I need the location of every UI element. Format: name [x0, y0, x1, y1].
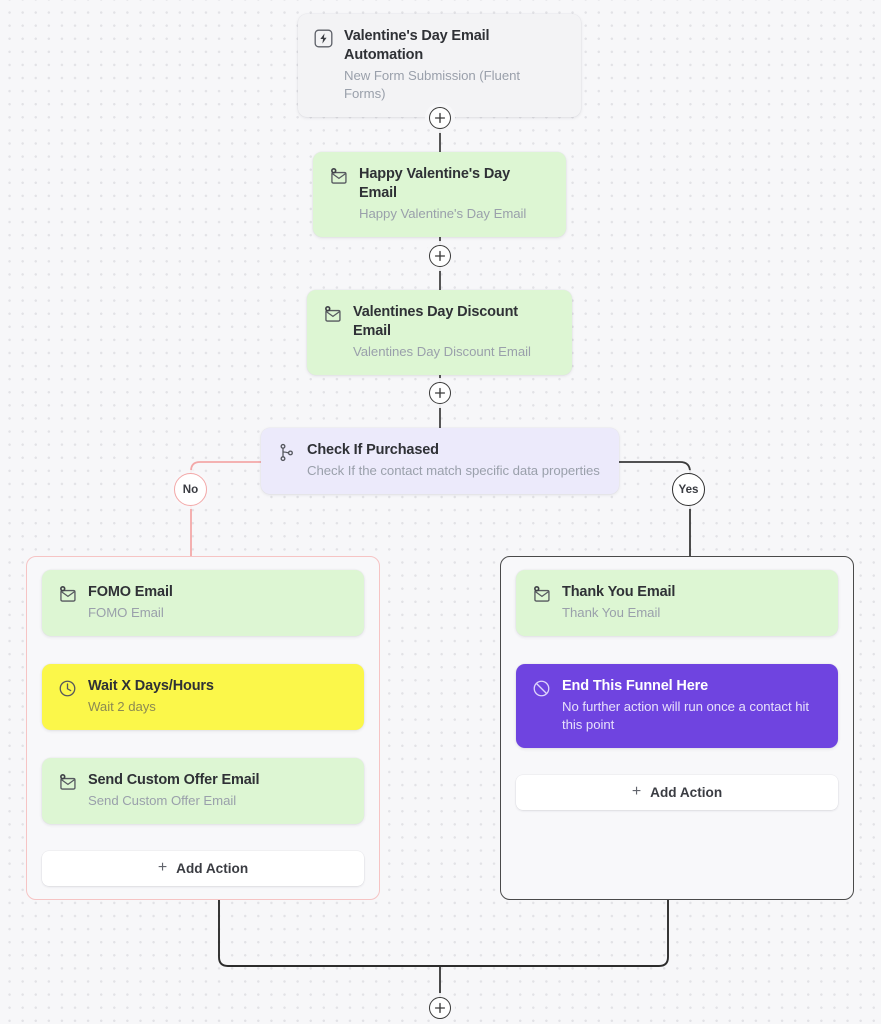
node-subtitle: Wait 2 days	[88, 699, 156, 714]
send-email-icon	[534, 586, 550, 602]
send-email-icon	[331, 168, 347, 184]
node-row: Thank You Email Thank You Email	[531, 583, 822, 622]
node-subtitle: New Form Submission (Fluent Forms)	[344, 68, 520, 101]
branch-icon	[280, 443, 293, 462]
plus-icon	[434, 112, 446, 124]
send-email-icon	[60, 586, 76, 602]
node-subtitle: Check If the contact match specific data…	[307, 463, 600, 478]
node-row: FOMO Email FOMO Email	[57, 583, 348, 622]
add-action-button-no-branch[interactable]: + Add Action	[42, 851, 364, 886]
add-step-plus-button-1[interactable]	[429, 107, 451, 129]
automation-flow-canvas[interactable]: Valentine's Day Email Automation New For…	[0, 0, 881, 1024]
node-subtitle: No further action will run once a contac…	[562, 699, 809, 732]
node-row: Valentine's Day Email Automation New For…	[313, 27, 565, 103]
add-action-label: Add Action	[176, 861, 249, 876]
node-row: Happy Valentine's Day Email Happy Valent…	[328, 165, 550, 223]
node-row: Check If Purchased Check If the contact …	[276, 441, 603, 480]
node-title: Check If Purchased	[307, 442, 439, 458]
node-title: FOMO Email	[88, 584, 173, 600]
plus-icon	[434, 250, 446, 262]
add-action-button-yes-branch[interactable]: + Add Action	[516, 775, 838, 810]
lightning-bolt-icon	[314, 29, 333, 48]
node-subtitle: Valentines Day Discount Email	[353, 344, 531, 359]
node-row: End This Funnel Here No further action w…	[531, 677, 822, 734]
node-texts: Wait X Days/Hours Wait 2 days	[88, 677, 348, 716]
step-node-valentines-discount-email[interactable]: Valentines Day Discount Email Valentines…	[307, 290, 572, 375]
node-row: Valentines Day Discount Email Valentines…	[322, 303, 556, 361]
node-title: End This Funnel Here	[562, 678, 709, 694]
node-title: Thank You Email	[562, 584, 676, 600]
plus-icon	[434, 1002, 446, 1014]
node-title: Happy Valentine's Day Email	[359, 166, 510, 201]
ban-icon	[533, 680, 550, 697]
node-texts: Check If Purchased Check If the contact …	[307, 441, 603, 480]
step-node-thank-you-email[interactable]: Thank You Email Thank You Email	[516, 570, 838, 636]
step-node-happy-valentines-email[interactable]: Happy Valentine's Day Email Happy Valent…	[313, 152, 566, 237]
node-texts: Valentine's Day Email Automation New For…	[344, 27, 565, 103]
node-title: Wait X Days/Hours	[88, 678, 214, 694]
node-title: Send Custom Offer Email	[88, 772, 260, 788]
branch-badge-yes[interactable]: Yes	[672, 473, 705, 506]
step-node-fomo-email[interactable]: FOMO Email FOMO Email	[42, 570, 364, 636]
branch-badge-yes-label: Yes	[678, 483, 699, 496]
node-texts: Send Custom Offer Email Send Custom Offe…	[88, 771, 348, 810]
branch-badge-no[interactable]: No	[174, 473, 207, 506]
add-step-plus-button-final[interactable]	[429, 997, 451, 1019]
add-step-plus-button-3[interactable]	[429, 382, 451, 404]
node-row: Wait X Days/Hours Wait 2 days	[57, 677, 348, 716]
node-subtitle: Happy Valentine's Day Email	[359, 206, 527, 221]
plus-icon	[434, 387, 446, 399]
node-texts: Thank You Email Thank You Email	[562, 583, 822, 622]
plus-icon: +	[631, 782, 642, 800]
plus-icon: +	[157, 858, 168, 876]
trigger-node[interactable]: Valentine's Day Email Automation New For…	[298, 14, 581, 117]
clock-icon	[59, 680, 76, 697]
branch-badge-no-label: No	[182, 483, 199, 496]
add-action-label: Add Action	[650, 785, 723, 800]
step-node-wait-x-days-hours[interactable]: Wait X Days/Hours Wait 2 days	[42, 664, 364, 730]
node-texts: FOMO Email FOMO Email	[88, 583, 348, 622]
node-subtitle: Thank You Email	[562, 605, 661, 620]
node-row: Send Custom Offer Email Send Custom Offe…	[57, 771, 348, 810]
node-texts: Happy Valentine's Day Email Happy Valent…	[359, 165, 550, 223]
send-email-icon	[325, 306, 341, 322]
node-subtitle: Send Custom Offer Email	[88, 793, 237, 808]
node-texts: Valentines Day Discount Email Valentines…	[353, 303, 556, 361]
node-title: Valentines Day Discount Email	[353, 304, 518, 339]
condition-node-check-if-purchased[interactable]: Check If Purchased Check If the contact …	[261, 428, 619, 494]
node-texts: End This Funnel Here No further action w…	[562, 677, 822, 734]
step-node-end-this-funnel-here[interactable]: End This Funnel Here No further action w…	[516, 664, 838, 748]
add-step-plus-button-2[interactable]	[429, 245, 451, 267]
node-subtitle: FOMO Email	[88, 605, 164, 620]
send-email-icon	[60, 774, 76, 790]
step-node-send-custom-offer-email[interactable]: Send Custom Offer Email Send Custom Offe…	[42, 758, 364, 824]
node-title: Valentine's Day Email Automation	[344, 28, 490, 63]
